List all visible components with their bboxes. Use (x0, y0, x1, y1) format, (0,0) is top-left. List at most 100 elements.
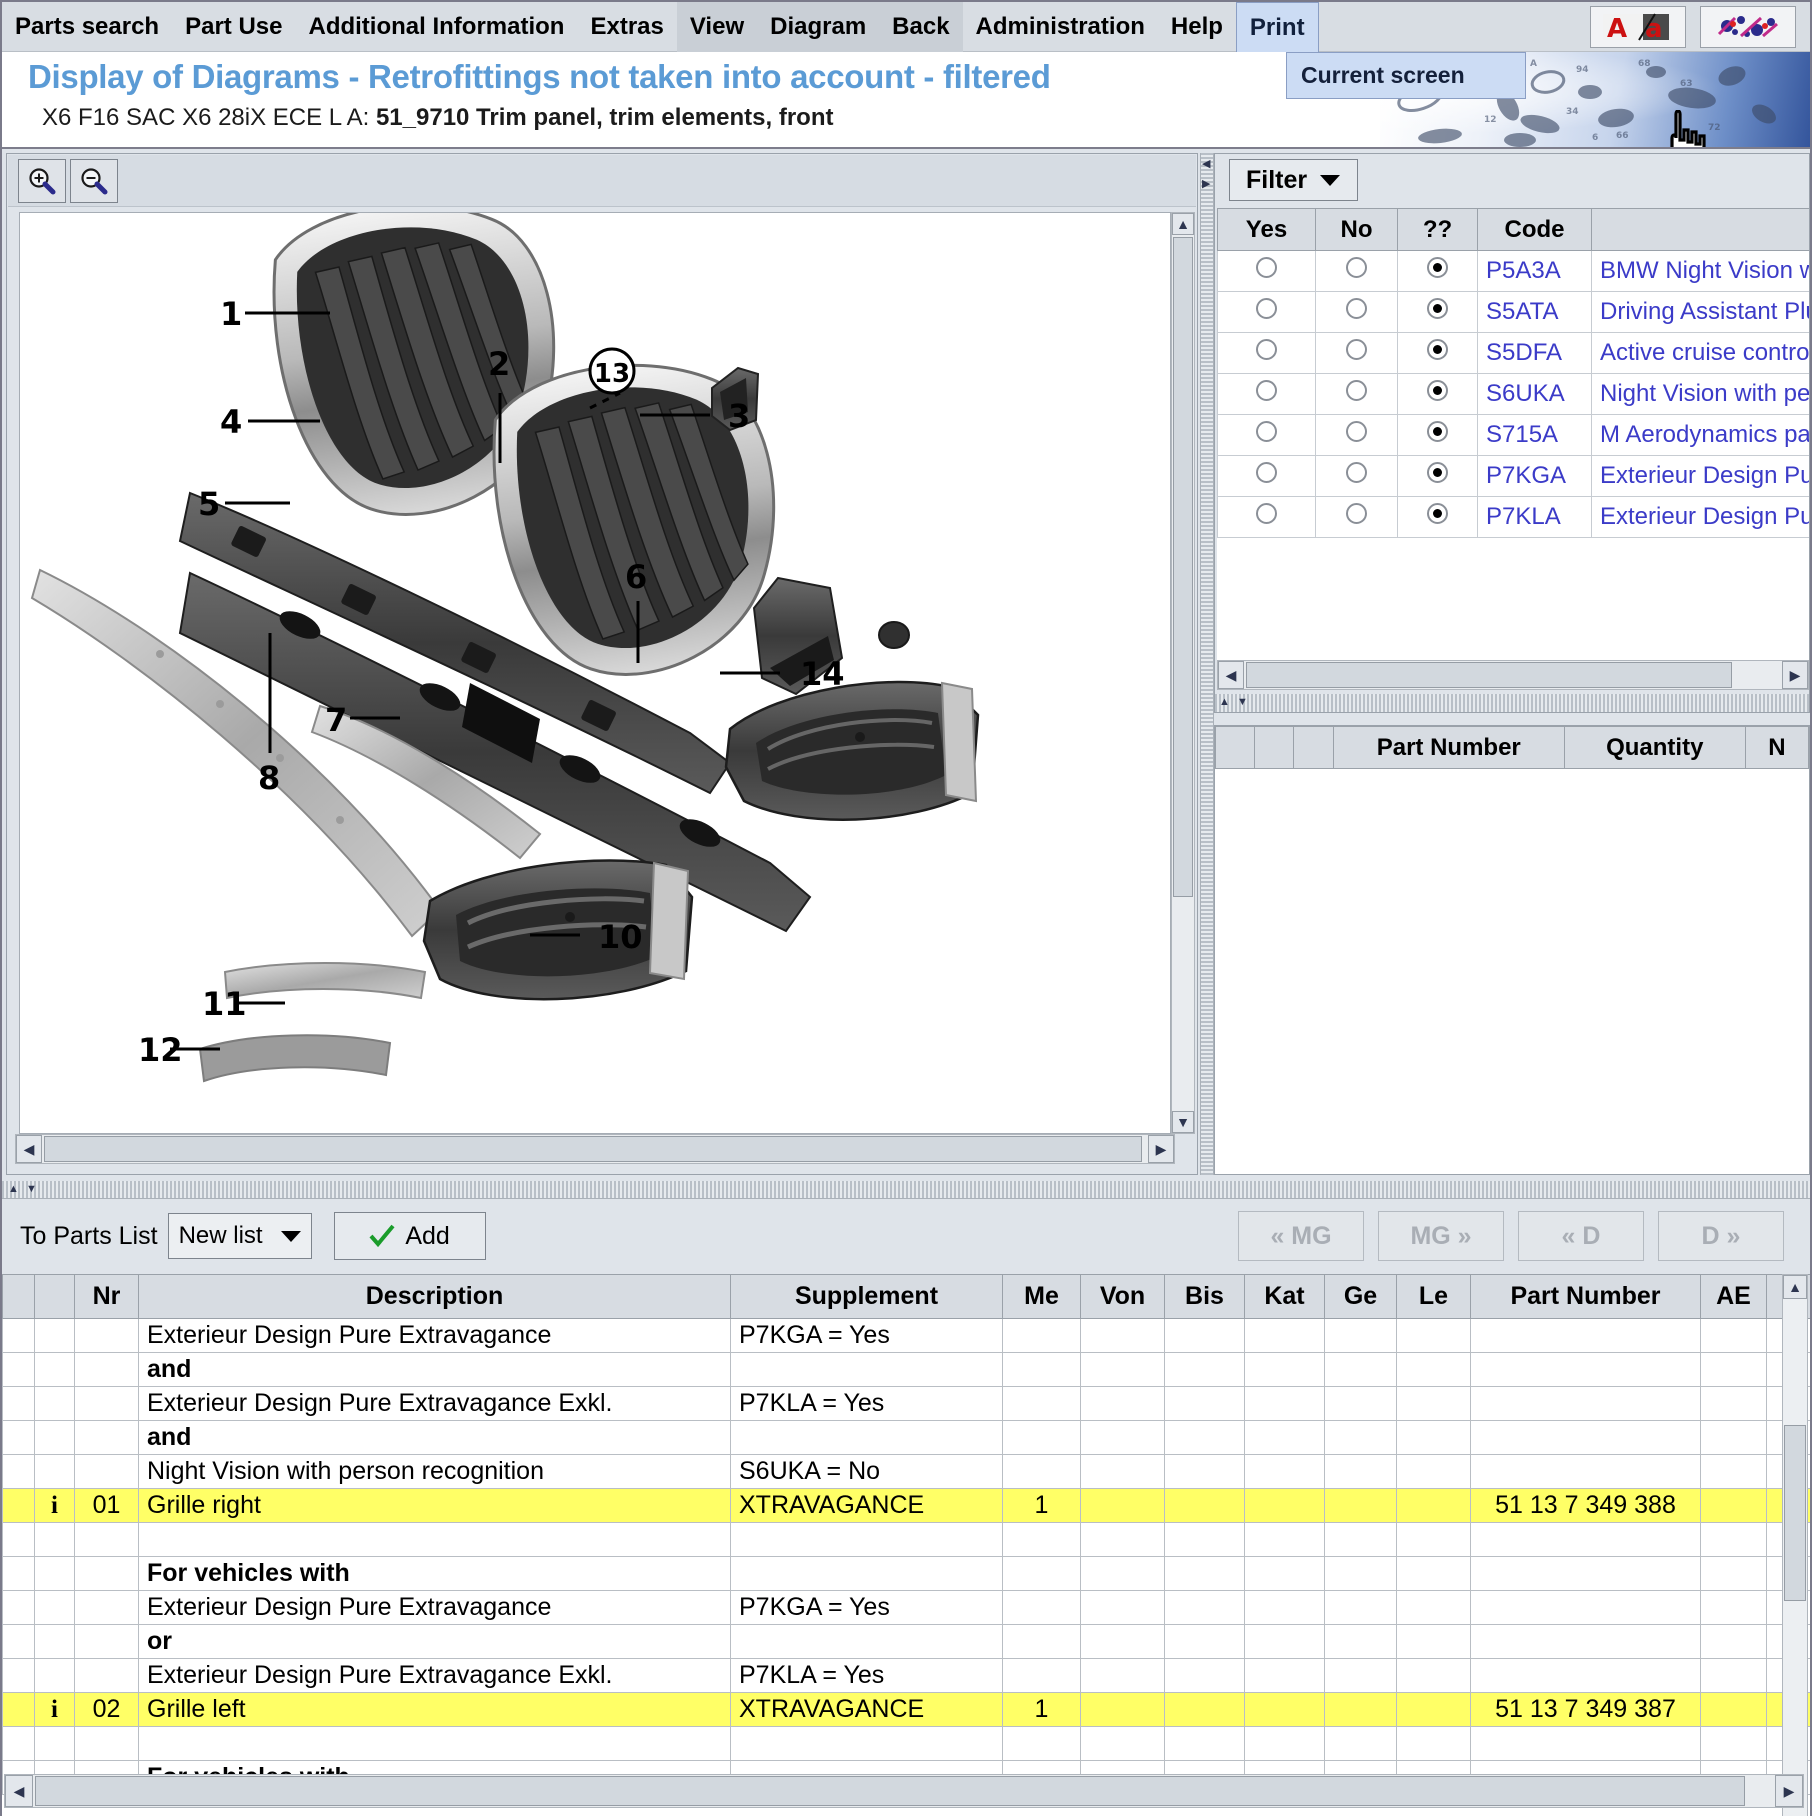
splitter-down-icon[interactable]: ▼ (1237, 697, 1248, 708)
col-supplement[interactable]: Supplement (730, 1274, 1003, 1319)
row-ae[interactable] (1700, 1454, 1767, 1489)
row-ge[interactable] (1324, 1624, 1397, 1659)
code-unknown-cell-radio[interactable] (1427, 298, 1448, 319)
row-ge[interactable] (1324, 1488, 1397, 1523)
row-ae[interactable] (1700, 1658, 1767, 1693)
code-no-cell-radio[interactable] (1346, 462, 1367, 483)
col-kat[interactable]: Kat (1244, 1274, 1325, 1319)
row-bis[interactable] (1164, 1658, 1245, 1693)
row-le[interactable] (1396, 1624, 1471, 1659)
code-unknown-cell-radio[interactable] (1427, 257, 1448, 278)
row-nr[interactable] (74, 1590, 139, 1625)
row-ae[interactable] (1700, 1556, 1767, 1591)
row-me[interactable] (1002, 1590, 1081, 1625)
row-von[interactable] (1080, 1386, 1165, 1421)
row-nr[interactable] (74, 1624, 139, 1659)
code-yes-cell[interactable] (1217, 373, 1316, 415)
row-select-cell[interactable] (2, 1692, 35, 1727)
code-value-cell[interactable]: S5ATA (1477, 291, 1592, 333)
row-description[interactable]: or (138, 1624, 731, 1659)
row-nr[interactable] (74, 1658, 139, 1693)
row-info-icon[interactable] (34, 1624, 75, 1659)
code-yes-cell-radio[interactable] (1256, 298, 1277, 319)
row-me[interactable]: 1 (1002, 1488, 1081, 1523)
row-kat[interactable] (1244, 1692, 1325, 1727)
table-row[interactable]: and (2, 1352, 1810, 1387)
table-row[interactable]: and (2, 1420, 1810, 1455)
row-select-cell[interactable] (2, 1488, 35, 1523)
row-nr[interactable] (74, 1352, 139, 1387)
menu-help[interactable]: Help (1158, 2, 1236, 52)
row-von[interactable] (1080, 1692, 1165, 1727)
row-me[interactable] (1002, 1556, 1081, 1591)
table-row[interactable]: For vehicles with (2, 1556, 1810, 1591)
row-info-icon[interactable] (34, 1658, 75, 1693)
code-value-cell[interactable]: P5A3A (1477, 250, 1592, 292)
row-part-number[interactable] (1470, 1352, 1701, 1387)
code-value-cell[interactable]: P7KGA (1477, 455, 1592, 497)
row-info-icon[interactable] (34, 1454, 75, 1489)
code-yes-cell[interactable] (1217, 291, 1316, 333)
row-bis[interactable] (1164, 1488, 1245, 1523)
row-ae[interactable] (1700, 1488, 1767, 1523)
row-nr[interactable] (74, 1454, 139, 1489)
fireworks-icon[interactable] (1700, 5, 1796, 48)
row-me[interactable] (1002, 1352, 1081, 1387)
row-part-number[interactable] (1470, 1726, 1701, 1761)
row-nr[interactable]: 02 (74, 1692, 139, 1727)
code-no-cell[interactable] (1315, 414, 1398, 456)
row-description[interactable]: Grille right (138, 1488, 731, 1523)
row-part-number[interactable] (1470, 1624, 1701, 1659)
row-description[interactable] (138, 1522, 731, 1557)
row-description[interactable]: Exterieur Design Pure Extravagance (138, 1318, 731, 1353)
code-no-cell[interactable] (1315, 291, 1398, 333)
vertical-splitter[interactable]: ◀ ▶ (1200, 153, 1214, 1175)
col-icon2[interactable] (34, 1274, 75, 1319)
menu-diagram[interactable]: Diagram (757, 1, 880, 52)
col-code[interactable]: Code (1477, 208, 1592, 251)
row-me[interactable] (1002, 1420, 1081, 1455)
splitter-up-icon[interactable]: ▲ (1219, 697, 1230, 708)
row-info-icon[interactable]: i (34, 1488, 75, 1523)
menu-back[interactable]: Back (879, 1, 963, 52)
row-ae[interactable] (1700, 1420, 1767, 1455)
row-supplement[interactable]: P7KGA = Yes (730, 1590, 1003, 1625)
row-part-number[interactable] (1470, 1590, 1701, 1625)
row-von[interactable] (1080, 1556, 1165, 1591)
row-kat[interactable] (1244, 1318, 1325, 1353)
col-ge[interactable]: Ge (1324, 1274, 1397, 1319)
col-pd-blank1[interactable] (1214, 726, 1256, 769)
row-ge[interactable] (1324, 1692, 1397, 1727)
row-me[interactable] (1002, 1522, 1081, 1557)
code-value-cell[interactable]: P7KLA (1477, 496, 1592, 538)
splitter-left-icon[interactable]: ◀ (1202, 159, 1210, 170)
menu-extras[interactable]: Extras (577, 2, 676, 52)
row-part-number[interactable]: 51 13 7 349 388 (1470, 1488, 1701, 1523)
table-row[interactable]: S715AM Aerodynamics pack (1217, 414, 1809, 456)
row-bis[interactable] (1164, 1318, 1245, 1353)
row-description[interactable]: and (138, 1352, 731, 1387)
scroll-down-icon[interactable]: ▼ (1172, 1111, 1194, 1133)
menu-parts-search[interactable]: Parts search (2, 2, 172, 52)
code-yes-cell-radio[interactable] (1256, 421, 1277, 442)
code-value-cell[interactable]: S715A (1477, 414, 1592, 456)
row-ge[interactable] (1324, 1420, 1397, 1455)
row-ae[interactable] (1700, 1522, 1767, 1557)
codes-scroll-right-icon[interactable]: ▶ (1782, 661, 1808, 689)
code-value-cell[interactable]: S5DFA (1477, 332, 1592, 374)
codes-horizontal-scrollbar[interactable]: ◀ ▶ (1217, 660, 1809, 690)
row-me[interactable] (1002, 1386, 1081, 1421)
row-me[interactable] (1002, 1454, 1081, 1489)
row-me[interactable] (1002, 1726, 1081, 1761)
row-nr[interactable]: 01 (74, 1488, 139, 1523)
code-unknown-cell[interactable] (1397, 250, 1478, 292)
row-description[interactable] (138, 1726, 731, 1761)
row-kat[interactable] (1244, 1624, 1325, 1659)
row-bis[interactable] (1164, 1726, 1245, 1761)
col-description[interactable]: Description (138, 1274, 731, 1319)
code-yes-cell[interactable] (1217, 496, 1316, 538)
table-row[interactable]: i 01 Grille right XTRAVAGANCE 1 51 13 7 349 3… (2, 1488, 1810, 1523)
row-select-cell[interactable] (2, 1726, 35, 1761)
code-yes-cell-radio[interactable] (1256, 462, 1277, 483)
row-von[interactable] (1080, 1658, 1165, 1693)
